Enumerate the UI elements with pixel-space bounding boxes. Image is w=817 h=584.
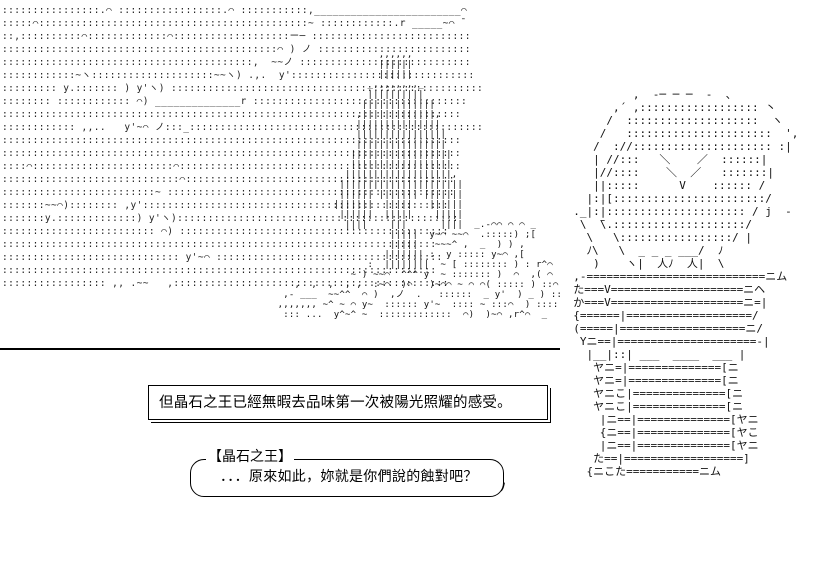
robed-character-ascii-art: , -─ ─ ─ - 、 ,´ ,:::::::::::::::::: 丶 / … — [573, 88, 799, 478]
horizon-line — [0, 348, 560, 350]
dialogue-text: ．．．原來如此，妳就是你們說的蝕對吧？ — [220, 469, 478, 485]
pillar-ascii-art: ,,,,,, |||||| |||||| _,,,,,,,,_ ||||||||… — [277, 50, 563, 320]
narration-text: 但晶石之王已經無暇去品味第一次被陽光照耀的感受。 — [159, 395, 512, 411]
narration-box: 但晶石之王已經無暇去品味第一次被陽光照耀的感受。 — [148, 385, 551, 423]
speaker-label: 【晶石之王】 — [206, 449, 294, 465]
speech-bubble: ﾉ 【晶石之王】 ．．．原來如此，妳就是你們說的蝕對吧？ — [186, 449, 508, 499]
scene: ::::::::::::::::.⌒ :::::::::::::::::.⌒ :… — [0, 0, 817, 584]
speech-bubble-tail-icon: ﾉ — [500, 480, 507, 494]
